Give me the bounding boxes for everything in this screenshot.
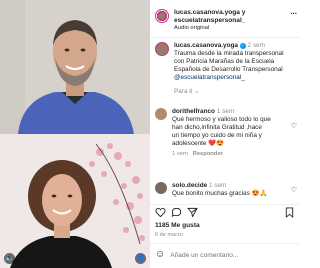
heart-outline-icon[interactable] (155, 207, 166, 218)
reply-button[interactable]: Responder (193, 151, 223, 157)
person-woman-image (0, 134, 150, 268)
caption-line-1: Trauma desde la mirada transpersonal (174, 50, 284, 57)
author-avatar[interactable] (155, 9, 169, 23)
translate-label: Para ti (174, 88, 193, 95)
caption-mention-link[interactable]: @escuelatranspersonal_ (174, 74, 297, 82)
comment-icon[interactable] (171, 207, 182, 218)
tagged-users-icon[interactable]: 👤 (135, 253, 146, 264)
comment-username[interactable]: solo.decide (172, 182, 207, 189)
comment-meta-time: 1 sem (172, 151, 188, 157)
video-panel-bottom (0, 134, 150, 268)
verified-icon: ✓ (239, 43, 246, 49)
header-username-line1[interactable]: lucas.casanova.yoga y (174, 9, 286, 17)
bookmark-icon[interactable] (284, 207, 295, 218)
actions-divider (150, 204, 300, 205)
comment-item: solo.decide 1 sem Que bonito muchas grac… (155, 182, 297, 198)
comment-input[interactable] (170, 251, 291, 259)
more-options-icon[interactable]: ... (290, 8, 297, 16)
comment-text-line: Qué hermoso y valioso todo lo que (172, 116, 271, 123)
comment-time: 1 sem (208, 182, 227, 189)
comment-text-line: han dicho,infinita Gratitud ,hace (172, 124, 262, 131)
likes-count[interactable]: 1185 Me gusta (155, 222, 200, 230)
audio-label[interactable]: Audio original (174, 25, 286, 32)
header-username-line2[interactable]: escuelatranspersonal_ (174, 17, 286, 25)
commenter-avatar[interactable] (155, 182, 167, 194)
commenter-avatar[interactable] (155, 108, 167, 120)
caption-time: 2 sem (247, 42, 265, 49)
post-date: 6 de marzo (155, 232, 183, 238)
paper-plane-icon[interactable] (187, 207, 198, 218)
mute-icon[interactable]: 🔈 (4, 253, 15, 264)
comment-text-line: un tiempo yo cuido de mi niña y (172, 132, 262, 139)
caption-username[interactable]: lucas.casanova.yoga (174, 42, 238, 49)
translate-toggle[interactable]: Para ti ⌄ (174, 88, 297, 96)
caption-line-3: Española de Desarrollo Transpersonal (174, 66, 283, 73)
add-comment-bar: ☺ (155, 248, 295, 262)
input-divider (150, 243, 300, 244)
post-header: lucas.casanova.yoga y escuelatransperson… (155, 8, 297, 32)
caption-avatar[interactable] (155, 42, 169, 56)
comment-username[interactable]: dorithelfranco (172, 108, 215, 115)
comment-text-line: Que bonito muchas gracias 😍🙏 (172, 190, 268, 197)
comment-like-icon[interactable]: ♡ (291, 186, 297, 194)
header-divider (150, 37, 300, 38)
chevron-down-icon: ⌄ (194, 88, 200, 95)
comment-time: 1 sem (216, 108, 235, 115)
video-area[interactable]: 🔈 👤 (0, 0, 150, 268)
person-man-image (0, 0, 150, 134)
comment-like-icon[interactable]: ♡ (291, 122, 297, 130)
emoji-icon[interactable]: ☺ (155, 249, 165, 261)
action-bar (155, 207, 295, 219)
caption-line-2: con Patricia Marañas de la Escuela (174, 58, 275, 65)
comment-text-line: adolescente ❤️😍 (172, 140, 225, 147)
comment-meta: 1 sem Responder (172, 150, 283, 158)
video-panel-top (0, 0, 150, 134)
comment-item: dorithelfranco 1 sem Qué hermoso y valio… (155, 108, 297, 158)
caption: lucas.casanova.yoga ✓ 2 sem Trauma desde… (155, 42, 297, 96)
